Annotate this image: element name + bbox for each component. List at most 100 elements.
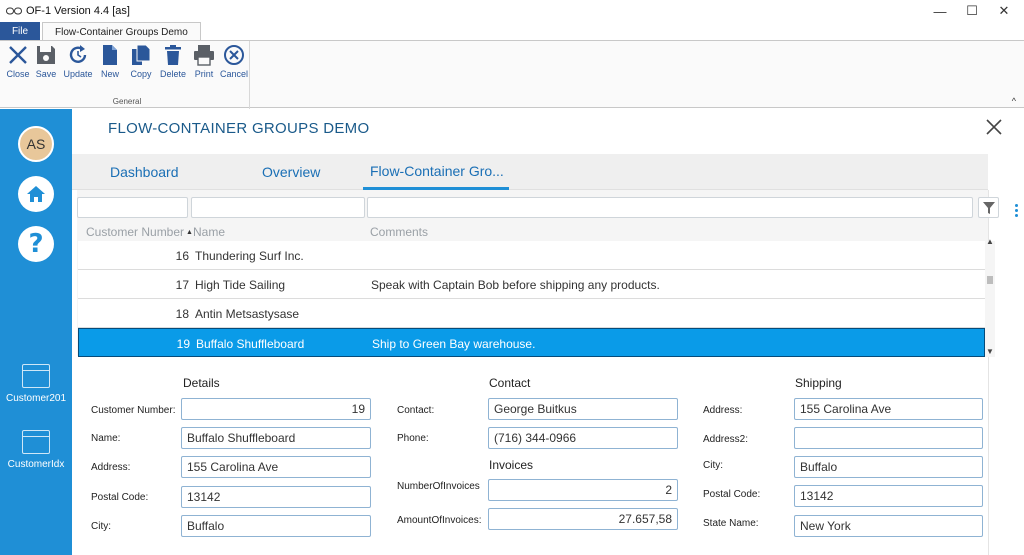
scroll-up-icon[interactable]: ▲ xyxy=(986,237,994,246)
file-tab[interactable]: File xyxy=(0,22,40,40)
scrollbar-thumb[interactable] xyxy=(987,276,993,284)
help-button[interactable]: ? xyxy=(18,226,54,262)
label-customer-number: Customer Number: xyxy=(91,405,176,416)
label-shipping-postal-code: Postal Code: xyxy=(703,489,761,500)
tab-overview[interactable]: Overview xyxy=(262,154,320,190)
table-row[interactable]: 18 Antin Metsastysase xyxy=(78,299,985,328)
tab-dashboard[interactable]: Dashboard xyxy=(110,154,179,190)
cancel-button[interactable]: Cancel xyxy=(219,44,249,79)
label-address: Address: xyxy=(91,462,131,473)
number-of-invoices-field[interactable]: 2 xyxy=(488,479,678,501)
filter-customer-number[interactable] xyxy=(77,197,188,218)
tab-flow-container-groups[interactable]: Flow-Container Groups Demo xyxy=(42,22,201,41)
more-options-icon[interactable] xyxy=(1015,204,1019,219)
cell-customer-number: 17 xyxy=(175,278,189,292)
cell-name: Thundering Surf Inc. xyxy=(195,249,304,263)
label-shipping-address2: Address2: xyxy=(703,434,749,445)
table-row[interactable]: 16 Thundering Surf Inc. xyxy=(78,241,985,270)
new-button-label: New xyxy=(100,69,119,79)
cell-comments: Ship to Green Bay warehouse. xyxy=(372,337,536,351)
cell-name: Buffalo Shuffleboard xyxy=(196,337,305,351)
print-button[interactable]: Print xyxy=(189,44,219,79)
collapse-ribbon-button[interactable]: ^ xyxy=(1012,96,1016,106)
phone-field[interactable]: (716) 344-0966 xyxy=(488,427,678,449)
filter-button[interactable] xyxy=(978,197,999,218)
update-button[interactable]: Update xyxy=(63,44,93,79)
table-row[interactable]: 17 High Tide Sailing Speak with Captain … xyxy=(78,270,985,299)
sort-ascending-icon: ▲ xyxy=(186,229,193,236)
sidebar-item-label: Customer201 xyxy=(5,393,67,404)
window-icon xyxy=(22,430,50,454)
scroll-down-icon[interactable]: ▼ xyxy=(986,347,994,356)
close-button-label: Close xyxy=(6,69,30,79)
copy-button-label: Copy xyxy=(130,69,152,79)
label-phone: Phone: xyxy=(397,433,429,444)
shipping-city-field[interactable]: Buffalo xyxy=(794,456,983,478)
home-icon xyxy=(27,186,45,202)
question-icon: ? xyxy=(28,229,44,259)
cancel-button-label: Cancel xyxy=(219,69,248,79)
page-tabs: Dashboard Overview Flow-Container Gro... xyxy=(72,154,988,190)
save-button[interactable]: Save xyxy=(31,44,61,79)
cell-customer-number: 18 xyxy=(175,307,189,321)
table-row-selected[interactable]: 19 Buffalo Shuffleboard Ship to Green Ba… xyxy=(78,328,985,357)
details-title: Details xyxy=(183,376,220,390)
avatar[interactable]: AS xyxy=(18,126,54,162)
contact-field[interactable]: George Buitkus xyxy=(488,398,678,420)
save-icon xyxy=(37,46,55,64)
tab-flow-container-groups[interactable]: Flow-Container Gro... xyxy=(363,154,509,190)
sidebar-item-customer201[interactable]: Customer201 xyxy=(0,364,72,404)
new-button[interactable]: New xyxy=(95,44,125,79)
column-header-name[interactable]: Name xyxy=(193,225,225,239)
state-name-field[interactable]: New York xyxy=(794,515,983,537)
cell-comments: Speak with Captain Bob before shipping a… xyxy=(371,278,660,292)
printer-icon xyxy=(194,45,214,66)
title-bar: OF-1 Version 4.4 [as] — ☐ ✕ xyxy=(0,0,1024,22)
close-button[interactable]: Close xyxy=(3,44,33,79)
shipping-address2-field[interactable] xyxy=(794,427,983,449)
shipping-address-field[interactable]: 155 Carolina Ave xyxy=(794,398,983,420)
filter-icon xyxy=(982,201,995,214)
shipping-postal-code-field[interactable]: 13142 xyxy=(794,485,983,507)
sidebar-item-customeridx[interactable]: CustomerIdx xyxy=(0,430,72,470)
label-name: Name: xyxy=(91,433,121,444)
label-shipping-city: City: xyxy=(703,460,723,471)
label-city: City: xyxy=(91,521,111,532)
column-header-comments[interactable]: Comments xyxy=(370,225,428,239)
close-page-icon[interactable] xyxy=(985,118,1003,136)
window-title: OF-1 Version 4.4 [as] xyxy=(26,5,130,17)
postal-code-field[interactable]: 13142 xyxy=(181,486,371,508)
customer-number-field[interactable]: 19 xyxy=(181,398,371,420)
cell-name: Antin Metsastysase xyxy=(195,307,300,321)
cell-name: High Tide Sailing xyxy=(195,278,286,292)
filter-comments[interactable] xyxy=(367,197,973,218)
cell-customer-number: 16 xyxy=(175,249,189,263)
city-field[interactable]: Buffalo xyxy=(181,515,371,537)
window-icon xyxy=(22,364,50,388)
sidebar: AS ? Customer201 CustomerIdx xyxy=(0,109,72,555)
customer-grid: Customer Number ▲ Name Comments 16 Thunde… xyxy=(77,190,999,357)
window-close-button[interactable]: ✕ xyxy=(984,0,1024,22)
delete-button[interactable]: Delete xyxy=(158,44,188,79)
cancel-circle-icon xyxy=(224,45,244,65)
address-field[interactable]: 155 Carolina Ave xyxy=(181,456,371,478)
filter-name[interactable] xyxy=(191,197,365,218)
column-header-customer-number[interactable]: Customer Number ▲ xyxy=(86,225,193,239)
app-icon xyxy=(6,6,22,16)
delete-button-label: Delete xyxy=(159,69,186,79)
shipping-title: Shipping xyxy=(795,376,842,390)
save-button-label: Save xyxy=(35,69,57,79)
invoices-title: Invoices xyxy=(489,458,534,472)
amount-of-invoices-field[interactable]: 27.657,58 xyxy=(488,508,678,530)
home-button[interactable] xyxy=(18,176,54,212)
close-x-icon xyxy=(9,46,27,64)
refresh-icon xyxy=(69,45,87,63)
contact-title: Contact xyxy=(489,376,531,390)
ribbon-group-label: General xyxy=(112,97,142,106)
copy-button[interactable]: Copy xyxy=(126,44,156,79)
update-button-label: Update xyxy=(63,69,93,79)
name-field[interactable]: Buffalo Shuffleboard xyxy=(181,427,371,449)
grid-scrollbar[interactable]: ▲ ▼ xyxy=(985,237,995,357)
print-button-label: Print xyxy=(194,69,214,79)
ribbon: Close Save Update New Copy Delete Print xyxy=(0,40,1024,109)
